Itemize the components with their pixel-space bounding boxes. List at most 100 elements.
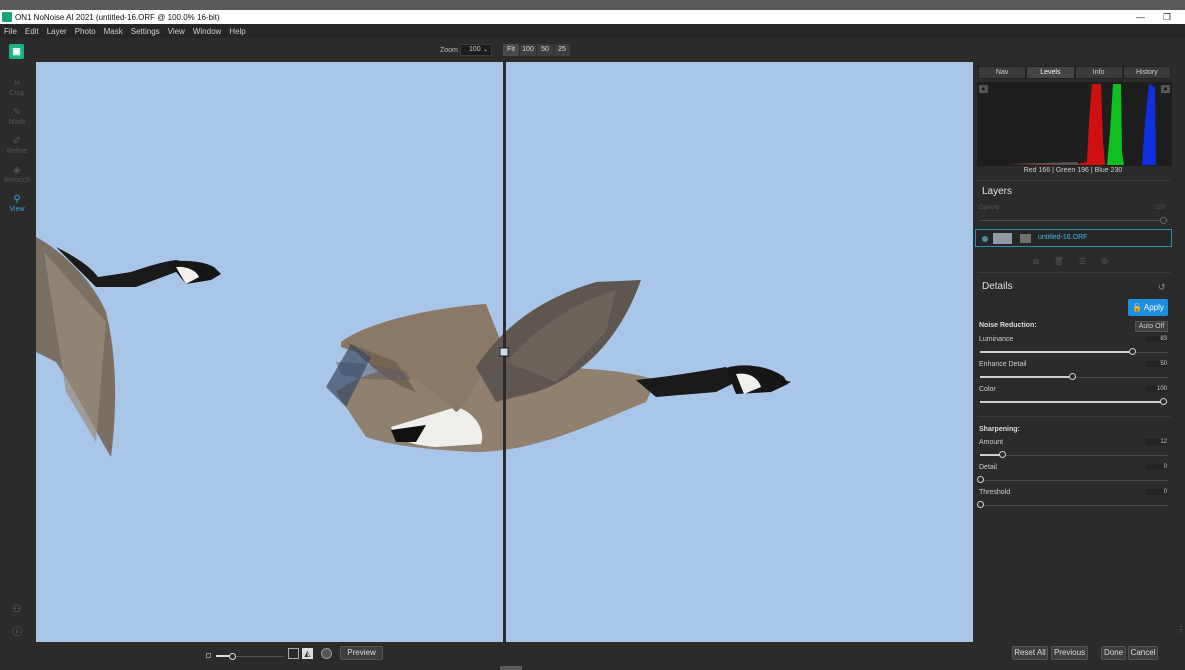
menu-settings[interactable]: Settings — [131, 27, 160, 36]
apply-label: Apply — [1143, 303, 1164, 312]
tool-refine-label: Refine — [6, 148, 28, 155]
menu-photo[interactable]: Photo — [75, 27, 96, 36]
previous-button[interactable]: Previous — [1051, 646, 1088, 660]
layers-title: Layers — [982, 186, 1013, 197]
tool-view-label: View — [9, 206, 25, 213]
enhance-detail-value[interactable]: 50 — [1145, 361, 1167, 367]
single-view-icon[interactable] — [288, 648, 299, 659]
color-value[interactable]: 100 — [1145, 386, 1167, 392]
top-toolbar: ▣ Zoom 100 ⌄ Fit 100 50 25 — [0, 38, 1185, 62]
apply-button[interactable]: 🔓 Apply — [1128, 299, 1168, 316]
delete-layer-icon[interactable]: 🗑 — [1054, 257, 1064, 267]
menu-bar: File Edit Layer Photo Mask Settings View… — [0, 24, 1185, 38]
preview-button[interactable]: Preview — [340, 646, 383, 660]
detail-value[interactable]: 0 — [1145, 464, 1167, 470]
view-zoom-icon: ⚲ — [13, 194, 21, 205]
menu-edit[interactable]: Edit — [25, 27, 39, 36]
on1-logo-icon[interactable]: ▣ — [9, 44, 24, 59]
tab-levels[interactable]: Levels — [1026, 66, 1075, 79]
menu-help[interactable]: Help — [229, 27, 245, 36]
opacity-slider-knob[interactable] — [1160, 217, 1167, 224]
zoom-value: 100 — [469, 46, 481, 53]
tab-history[interactable]: History — [1122, 66, 1171, 79]
tool-retouch-label: Retouch — [3, 177, 31, 184]
restore-button[interactable]: ❐ — [1163, 12, 1171, 23]
merge-layers-icon[interactable]: ☰ — [1079, 257, 1086, 267]
slider-knob[interactable] — [229, 653, 236, 660]
zoom-select[interactable]: 100 ⌄ — [460, 44, 492, 56]
tool-refine[interactable]: ✐ Refine — [0, 136, 34, 155]
highlight-clip-warning-icon[interactable]: ▲ — [1161, 85, 1170, 93]
threshold-value[interactable]: 0 — [1145, 489, 1167, 495]
layer-row[interactable]: untitled-16.ORF — [975, 229, 1172, 247]
reset-details-icon[interactable]: ↺ — [1158, 282, 1166, 293]
layer-mask-icon[interactable] — [1020, 234, 1031, 243]
tool-crop-label: Crop — [9, 90, 25, 97]
noise-reduction-label: Noise Reduction: — [979, 322, 1037, 329]
refine-brush-icon: ✐ — [12, 136, 22, 147]
zoom-50-button[interactable]: 50 — [537, 44, 554, 56]
tool-mask[interactable]: ✎ Mask — [0, 107, 34, 126]
reset-all-button[interactable]: Reset All — [1012, 646, 1048, 660]
tool-crop[interactable]: ⌗ Crop — [0, 78, 34, 97]
retouch-icon: ◈ — [13, 165, 21, 176]
brush-size-slider[interactable] — [206, 650, 286, 662]
amount-label: Amount — [979, 439, 1004, 446]
opacity-value: 100 — [1154, 205, 1165, 211]
user-settings-icon[interactable]: ⚇ — [11, 604, 23, 615]
tab-info[interactable]: Info — [1074, 66, 1123, 79]
mask-brush-icon: ✎ — [12, 107, 22, 118]
app-icon — [2, 12, 12, 22]
title-bar: ON1 NoNoise AI 2021 (untitled-16.ORF @ 1… — [0, 10, 1185, 24]
amount-value[interactable]: 12 — [1145, 439, 1167, 445]
bottom-bar: ◭ Preview Reset All Previous Done Cancel — [0, 642, 1185, 670]
menu-view[interactable]: View — [168, 27, 185, 36]
threshold-slider-knob[interactable] — [977, 501, 984, 508]
menu-mask[interactable]: Mask — [104, 27, 123, 36]
visibility-icon[interactable] — [982, 236, 988, 242]
auto-off-button[interactable]: Auto Off — [1135, 321, 1168, 332]
tool-retouch[interactable]: ◈ Retouch — [0, 165, 34, 184]
resize-grip-icon[interactable]: ⋮ — [1177, 625, 1185, 634]
luminance-slider-knob[interactable] — [1128, 348, 1136, 355]
shadow-clip-warning-icon[interactable]: ▲ — [979, 85, 988, 93]
color-slider-knob[interactable] — [1160, 398, 1167, 405]
tool-view[interactable]: ⚲ View — [0, 194, 34, 213]
luminance-value[interactable]: 83 — [1145, 336, 1167, 342]
split-handle[interactable] — [499, 347, 509, 357]
amount-slider-knob[interactable] — [998, 451, 1006, 458]
zoom-fit-button[interactable]: Fit — [503, 44, 520, 56]
histogram-graph — [1007, 84, 1156, 165]
os-top-strip — [0, 0, 1185, 10]
unlock-icon: 🔓 — [1132, 303, 1143, 312]
zoom-25-button[interactable]: 25 — [554, 44, 571, 56]
menu-file[interactable]: File — [4, 27, 17, 36]
layer-thumbnail — [993, 233, 1012, 244]
histogram: ▲ ▲ — [977, 82, 1172, 166]
rgb-readout: Red 166 | Green 196 | Blue 230 — [1023, 167, 1123, 174]
tab-nav[interactable]: Nav — [978, 66, 1027, 79]
menu-window[interactable]: Window — [193, 27, 221, 36]
layer-tools: ⧉ 🗑 ☰ ⚙ — [1033, 257, 1108, 267]
tool-mask-label: Mask — [8, 119, 26, 126]
layer-settings-icon[interactable]: ⚙ — [1101, 257, 1108, 267]
compare-view-icon[interactable] — [321, 648, 332, 659]
detail-slider-knob[interactable] — [977, 476, 984, 483]
opacity-label: Opacity — [979, 205, 1000, 211]
right-panel: Nav Levels Info History ▲ ▲ Red 166 | Gr… — [975, 62, 1185, 642]
help-icon[interactable]: ⓘ — [11, 623, 23, 638]
zoom-100-button[interactable]: 100 — [520, 44, 537, 56]
cancel-button[interactable]: Cancel — [1128, 646, 1158, 660]
menu-layer[interactable]: Layer — [47, 27, 67, 36]
split-view-icon[interactable]: ◭ — [302, 648, 313, 659]
zoom-presets: Fit 100 50 25 — [503, 44, 571, 56]
detail-label: Detail — [979, 464, 997, 471]
enhance-detail-label: Enhance Detail — [979, 361, 1027, 368]
panel-grip-handle[interactable] — [500, 666, 522, 670]
duplicate-layer-icon[interactable]: ⧉ — [1033, 257, 1039, 267]
enhance-detail-slider-knob[interactable] — [1068, 373, 1076, 380]
photo-canvas[interactable] — [36, 62, 973, 642]
done-button[interactable]: Done — [1101, 646, 1126, 660]
minimize-button[interactable]: — — [1136, 12, 1145, 22]
zoom-label: Zoom — [440, 47, 458, 54]
